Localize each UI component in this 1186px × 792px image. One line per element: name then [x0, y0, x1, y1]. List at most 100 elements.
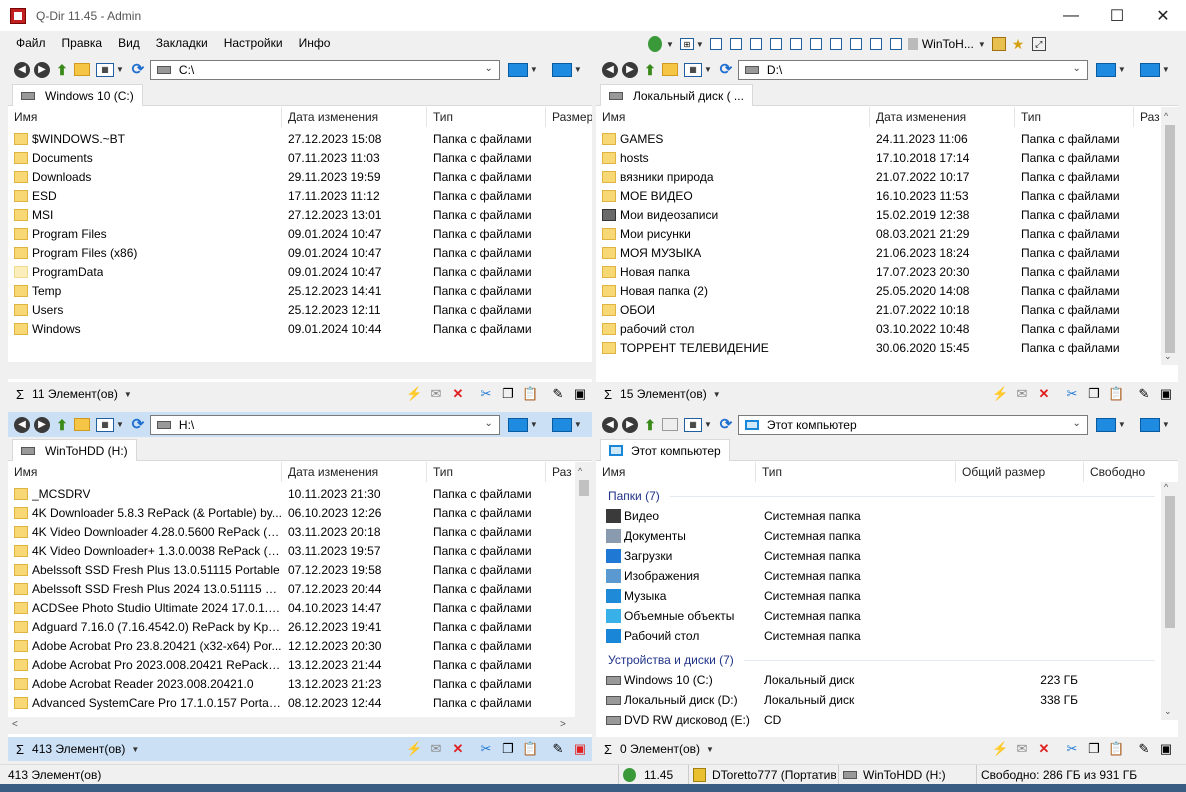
chevron-down-icon[interactable]: ▼: [530, 420, 538, 429]
monitor-icon[interactable]: [1095, 62, 1116, 77]
table-row[interactable]: Adobe Acrobat Pro 23.8.20421 (x32-x64) P…: [8, 636, 546, 655]
scroll-left-icon[interactable]: <: [12, 719, 18, 730]
layout-g-icon[interactable]: [829, 38, 842, 50]
list-item[interactable]: Локальный диск (D:) Локальный диск 338 ГБ: [596, 690, 1161, 710]
properties-icon[interactable]: ▣: [572, 741, 588, 757]
refresh-icon[interactable]: ⟳: [718, 61, 734, 78]
forward-icon[interactable]: ▶: [34, 416, 50, 433]
table-row[interactable]: Advanced SystemCare Pro 17.1.0.157 Porta…: [8, 693, 546, 712]
rename-icon[interactable]: ✎: [550, 741, 566, 757]
layout-a-icon[interactable]: [709, 38, 722, 50]
rename-icon[interactable]: ✎: [1136, 741, 1152, 757]
maximize-button[interactable]: ☐: [1094, 0, 1140, 31]
table-row[interactable]: Abelssoft SSD Fresh Plus 2024 13.0.51115…: [8, 579, 546, 598]
col-type[interactable]: Тип: [756, 462, 956, 482]
properties-icon[interactable]: ▣: [1158, 386, 1174, 402]
new-folder-icon[interactable]: [74, 418, 90, 431]
view-mode-icon[interactable]: ▦: [96, 62, 114, 77]
menu-view[interactable]: Вид: [110, 31, 148, 56]
table-row[interactable]: Мои рисунки 08.03.2021 21:29 Папка с файла…: [596, 224, 1134, 243]
monitor-alt-icon[interactable]: [1139, 62, 1160, 77]
table-row[interactable]: 4K Video Downloader+ 1.3.0.0038 RePack (…: [8, 541, 546, 560]
table-row[interactable]: ProgramData 09.01.2024 10:47 Папка с файла…: [8, 262, 546, 281]
monitor-alt-icon[interactable]: [551, 62, 572, 77]
cut-icon[interactable]: ✂: [478, 741, 494, 757]
delete-icon[interactable]: ✕: [1036, 741, 1052, 757]
monitor-icon[interactable]: [507, 417, 528, 432]
close-button[interactable]: ✕: [1140, 0, 1186, 31]
table-row[interactable]: Abelssoft SSD Fresh Plus 13.0.51115 Port…: [8, 560, 546, 579]
scroll-up-icon[interactable]: ^: [578, 466, 582, 476]
properties-icon[interactable]: ▣: [572, 386, 588, 402]
layout-e-icon[interactable]: [789, 38, 802, 50]
list-item[interactable]: DVD RW дисковод (E:) CD: [596, 710, 1161, 730]
table-row[interactable]: ОБОИ 21.07.2022 10:18 Папка с файлами: [596, 300, 1134, 319]
layout-b-icon[interactable]: [729, 38, 742, 50]
horizontal-scrollbar[interactable]: < >: [8, 717, 592, 734]
forward-icon[interactable]: ▶: [34, 61, 50, 78]
monitor-alt-icon[interactable]: [551, 417, 572, 432]
chevron-down-icon[interactable]: ▼: [706, 745, 714, 754]
col-free[interactable]: Свободно: [1084, 462, 1161, 482]
rename-icon[interactable]: ✎: [1136, 386, 1152, 402]
tab-drive-h[interactable]: WinToHDD (H:): [12, 439, 137, 461]
table-row[interactable]: Мои видеозаписи 15.02.2019 12:38 Папка с ф…: [596, 205, 1134, 224]
list-item[interactable]: Объемные объекты Системная папка: [596, 606, 1161, 626]
forward-icon[interactable]: ▶: [622, 416, 638, 433]
col-name[interactable]: Имя: [8, 462, 282, 482]
chevron-down-icon[interactable]: ▼: [713, 390, 721, 399]
menu-edit[interactable]: Правка: [54, 31, 111, 56]
chevron-down-icon[interactable]: ▼: [1162, 65, 1170, 74]
col-name[interactable]: Имя: [596, 462, 756, 482]
back-icon[interactable]: ◀: [602, 61, 618, 78]
scroll-thumb[interactable]: [1165, 125, 1175, 353]
vertical-scrollbar[interactable]: ^ ⌄: [1161, 107, 1178, 365]
vertical-scrollbar[interactable]: ^: [575, 462, 592, 717]
menu-bookmarks[interactable]: Закладки: [148, 31, 216, 56]
lightning-icon[interactable]: ⚡: [992, 741, 1008, 757]
list-item[interactable]: Windows 10 (C:) Локальный диск 223 ГБ: [596, 670, 1161, 690]
chevron-down-icon[interactable]: ▼: [574, 420, 582, 429]
table-row[interactable]: Documents 07.11.2023 11:03 Папка с файлами: [8, 148, 546, 167]
tab-this-pc[interactable]: Этот компьютер: [600, 439, 730, 461]
chevron-down-icon[interactable]: ▼: [978, 40, 986, 49]
col-type[interactable]: Тип: [427, 107, 546, 127]
table-row[interactable]: Temp 25.12.2023 14:41 Папка с файлами: [8, 281, 546, 300]
group-folders[interactable]: Папки (7): [596, 486, 1161, 506]
up-folder-icon[interactable]: ⬆: [642, 62, 658, 78]
table-row[interactable]: Новая папка (2) 25.05.2020 14:08 Папка с ф…: [596, 281, 1134, 300]
cut-icon[interactable]: ✂: [1064, 386, 1080, 402]
layout-j-icon[interactable]: [889, 38, 902, 50]
table-row[interactable]: Program Files (x86) 09.01.2024 10:47 Папка…: [8, 243, 546, 262]
globe-icon[interactable]: [648, 36, 662, 52]
copy-icon[interactable]: ❐: [500, 386, 516, 402]
monitor-icon[interactable]: [1095, 417, 1116, 432]
properties-icon[interactable]: ▣: [1158, 741, 1174, 757]
paste-icon[interactable]: 📋: [522, 741, 538, 757]
address-bar[interactable]: D:\ ⌄: [737, 59, 1088, 80]
vertical-scrollbar[interactable]: ^ ⌄: [1161, 482, 1178, 720]
table-row[interactable]: ACDSee Photo Studio Ultimate 2024 17.0.1…: [8, 598, 546, 617]
table-row[interactable]: МОЯ МУЗЫКА 21.06.2023 18:24 Папка с файлам…: [596, 243, 1134, 262]
envelope-icon[interactable]: ✉: [1014, 741, 1030, 757]
table-row[interactable]: GAMES 24.11.2023 11:06 Папка с файлами: [596, 129, 1134, 148]
list-item[interactable]: Загрузки Системная папка: [596, 546, 1161, 566]
col-type[interactable]: Тип: [427, 462, 546, 482]
menu-settings[interactable]: Настройки: [216, 31, 291, 56]
chevron-down-icon[interactable]: ▼: [131, 745, 139, 754]
paste-icon[interactable]: 📋: [1108, 386, 1124, 402]
chevron-down-icon[interactable]: ⌄: [485, 63, 493, 74]
address-bar[interactable]: C:\ ⌄: [149, 59, 500, 80]
col-date[interactable]: Дата изменения: [870, 107, 1015, 127]
back-icon[interactable]: ◀: [14, 61, 30, 78]
lightning-icon[interactable]: ⚡: [992, 386, 1008, 402]
cut-icon[interactable]: ✂: [478, 386, 494, 402]
chevron-down-icon[interactable]: ▼: [124, 390, 132, 399]
refresh-icon[interactable]: ⟳: [718, 416, 734, 433]
zoom-icon[interactable]: ⤢: [1031, 37, 1046, 51]
list-item[interactable]: Видео Системная папка: [596, 506, 1161, 526]
up-folder-icon[interactable]: ⬆: [54, 62, 70, 78]
layout-f-icon[interactable]: [809, 38, 822, 50]
chevron-down-icon[interactable]: ▼: [704, 420, 712, 429]
chevron-down-icon[interactable]: ▼: [530, 65, 538, 74]
